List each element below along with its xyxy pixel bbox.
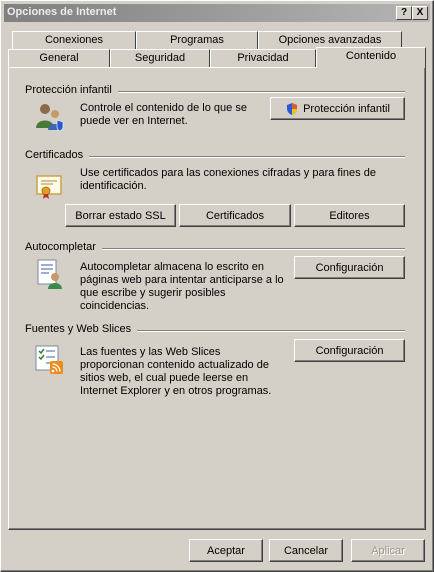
autocomplete-settings-button[interactable]: Configuración (294, 256, 405, 279)
cancel-button[interactable]: Cancelar (269, 539, 343, 562)
parental-controls-button[interactable]: Protección infantil (270, 97, 405, 120)
certificates-description: Use certificados para las conexiones cif… (80, 167, 376, 192)
close-button[interactable]: X (412, 6, 428, 20)
feeds-section-title: Fuentes y Web Slices (25, 323, 138, 335)
autocomplete-section-title: Autocompletar (25, 241, 102, 253)
content-tab-panel: Protección infantil Controle el contenid… (8, 67, 426, 530)
tab-programas[interactable]: Programas (136, 31, 258, 49)
window-title: Opciones de Internet (7, 6, 117, 18)
parental-section-title: Protección infantil (25, 84, 118, 96)
tab-general[interactable]: General (8, 49, 110, 67)
apply-button[interactable]: Aplicar (351, 539, 425, 562)
certificates-section-title: Certificados (25, 149, 90, 161)
tab-privacidad[interactable]: Privacidad (210, 49, 316, 67)
clear-ssl-state-button[interactable]: Borrar estado SSL (65, 204, 176, 227)
accept-button[interactable]: Aceptar (189, 539, 263, 562)
parental-description: Controle el contenido de lo que se puede… (80, 102, 247, 127)
certificates-button[interactable]: Certificados (179, 204, 291, 227)
tab-seguridad[interactable]: Seguridad (110, 49, 210, 67)
feeds-description: Las fuentes y las Web Slices proporciona… (80, 346, 272, 397)
parental-controls-button-label: Protección infantil (303, 102, 390, 115)
feeds-settings-button[interactable]: Configuración (294, 339, 405, 362)
help-button[interactable]: ? (396, 6, 412, 20)
publishers-button[interactable]: Editores (294, 204, 405, 227)
tab-conexiones[interactable]: Conexiones (12, 31, 136, 49)
internet-options-dialog: Opciones de Internet ? X Conexiones Prog… (0, 0, 434, 572)
autocomplete-icon (37, 259, 62, 289)
certificate-icon (36, 175, 62, 199)
tab-contenido[interactable]: Contenido (316, 47, 426, 68)
feeds-icon (35, 345, 63, 374)
family-safety-icon (36, 104, 64, 132)
title-bar[interactable]: Opciones de Internet ? X (4, 4, 430, 22)
autocomplete-description: Autocompletar almacena lo escrito en pág… (80, 261, 284, 312)
uac-shield-icon (287, 102, 298, 115)
